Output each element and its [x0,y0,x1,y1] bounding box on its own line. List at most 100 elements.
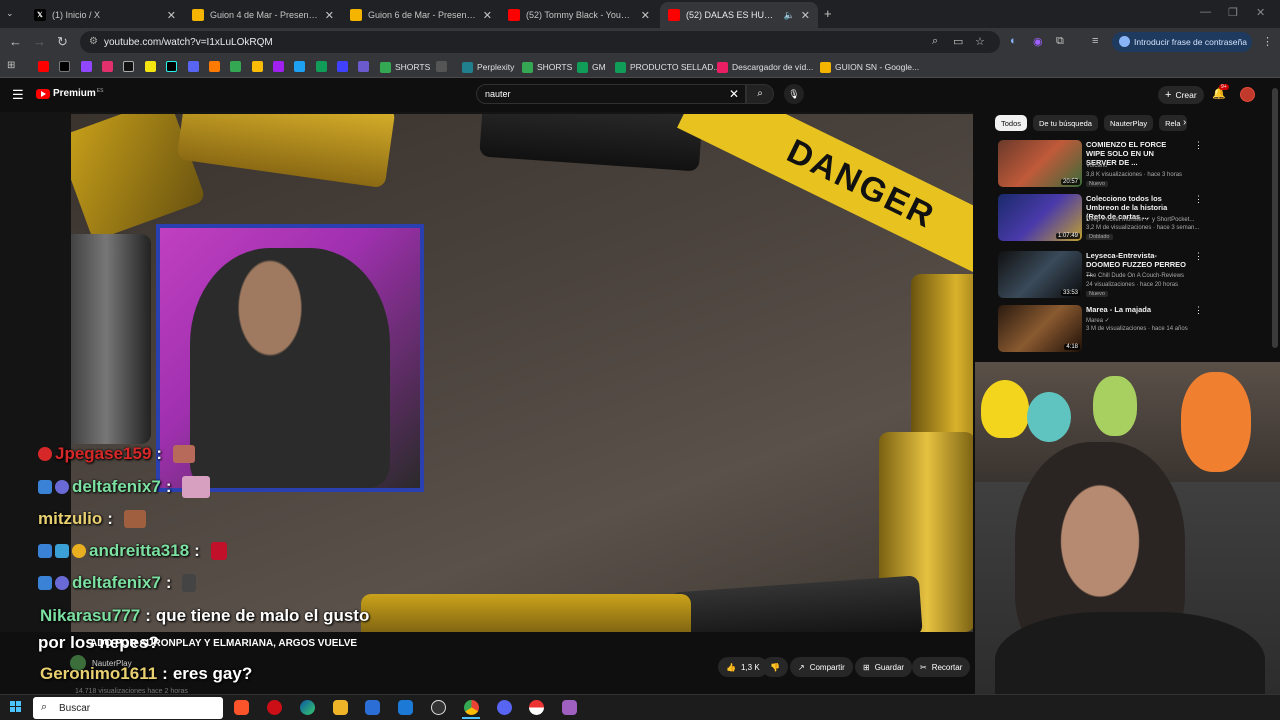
page-scrollbar[interactable] [1272,88,1278,348]
close-window-icon[interactable]: ✕ [1256,6,1265,19]
extensions-puzzle-icon[interactable]: ⧉ [1056,35,1064,48]
recommendation-channel[interactable]: The Chill Dude On A Couch-Reviews [1086,273,1184,279]
bookmark-guion-sn[interactable]: GUION SN - Google... [820,60,919,74]
apps-grid-icon[interactable]: ⊞ [7,60,15,71]
recommendation-channel[interactable]: Volcano [1086,163,1107,169]
bookmark-icon[interactable] [436,61,447,72]
hamburger-menu-icon[interactable]: ☰ [12,87,24,103]
pokeball-app-icon[interactable] [529,700,544,715]
more-options-icon[interactable]: ⋮ [1194,140,1203,151]
youtube-premium-logo[interactable]: Premium ES [36,88,103,99]
discord-icon[interactable] [497,700,512,715]
bookmark-icon[interactable] [188,61,199,72]
file-explorer-icon[interactable] [333,700,348,715]
taskbar-search-input[interactable]: ⌕ Buscar [33,697,223,719]
zoom-icon[interactable]: ⌕ [932,35,938,48]
tab-search-icon[interactable]: ⌄ [6,8,14,19]
windows-start-icon[interactable] [10,701,22,713]
app-icon[interactable] [562,700,577,715]
bookmark-icon[interactable] [145,61,156,72]
clear-search-icon[interactable]: ✕ [729,87,739,101]
more-options-icon[interactable]: ⋮ [1194,305,1203,316]
extension-icon[interactable]: ◉ [1033,35,1043,48]
bookmark-icon[interactable] [209,61,220,72]
save-button[interactable]: ⊞ Guardar [855,657,913,677]
brave-browser-icon[interactable] [234,700,249,715]
video-thumbnail[interactable]: 4:18 [998,305,1082,352]
bookmark-icon[interactable] [273,61,284,72]
mail-icon[interactable] [398,700,413,715]
bookmark-perplexity[interactable]: Perplexity [462,60,514,74]
clip-button[interactable]: ✂ Recortar [912,657,971,677]
extension-icon[interactable]: ◐ [1010,35,1017,47]
reload-icon[interactable]: ↻ [57,34,68,50]
close-icon[interactable]: ✕ [641,9,650,22]
new-tab-button[interactable]: + [824,6,832,21]
chip-channel[interactable]: NauterPlay [1103,115,1154,131]
video-thumbnail[interactable]: 20:57 [998,140,1082,187]
close-icon[interactable]: ✕ [483,9,492,22]
account-avatar[interactable] [1240,87,1255,102]
bookmark-producto-sellado[interactable]: PRODUCTO SELLAD... [615,60,721,74]
bookmark-shorts-1[interactable]: SHORTS [380,60,430,74]
bookmark-icon[interactable] [358,61,369,72]
bookmark-gm[interactable]: GM [577,60,606,74]
bookmark-icon[interactable] [230,61,241,72]
twitch-icon[interactable] [81,61,92,72]
microsoft-store-icon[interactable] [365,700,380,715]
edge-browser-icon[interactable] [300,700,315,715]
bookmark-icon[interactable] [252,61,263,72]
notifications-button[interactable]: 🔔 9+ [1212,84,1229,100]
recommendation-title[interactable]: Marea - La majada [1086,305,1186,314]
reading-list-icon[interactable]: ≡ [1092,35,1098,47]
youtube-icon[interactable] [38,61,49,72]
recommendation-item[interactable]: 33:53 Leyseca-Entrevista-DOOMEO FUZZEO P… [998,251,1268,303]
recommendation-item[interactable]: 1:07:49 Colecciono todos los Umbreon de … [998,194,1268,246]
password-prompt-chip[interactable]: Introducir frase de contraseña [1112,32,1252,52]
cast-icon[interactable]: ▭ [953,35,963,48]
bookmark-icon[interactable] [123,61,134,72]
forward-icon[interactable]: → [33,34,46,49]
dislike-button[interactable]: 👎 [762,657,788,677]
recommendation-item[interactable]: 20:57 COMIENZO EL FORCE WIPE SOLO EN UN … [998,140,1268,192]
chip-from-search[interactable]: De tu búsqueda [1033,115,1098,131]
chevron-right-icon[interactable]: › [1183,117,1186,128]
recommendation-channel[interactable]: Deep Pocket Monster ✓ y ShortPocket... [1086,216,1194,223]
chrome-browser-icon[interactable] [464,700,479,715]
more-menu-icon[interactable]: ⋮ [1262,35,1273,48]
recommendation-channel[interactable]: Marea ✓ [1086,317,1110,324]
opera-browser-icon[interactable] [267,700,282,715]
back-icon[interactable]: ← [9,34,22,49]
x-logo-icon[interactable] [59,61,70,72]
like-button[interactable]: 👍 1,3 K [718,657,768,677]
bookmark-icon[interactable] [337,61,348,72]
tab-x-home[interactable]: 𝕏 (1) Inicio / X ✕ [26,2,184,28]
bookmark-star-icon[interactable]: ☆ [975,35,985,48]
bookmark-shorts-2[interactable]: SHORTS [522,60,572,74]
bookmark-icon[interactable] [316,61,327,72]
tab-dalas[interactable]: (52) DALAS ES HUMILLADO 🔈 ✕ [660,2,818,28]
voice-search-button[interactable]: 🎙 [784,84,804,104]
video-thumbnail[interactable]: 33:53 [998,251,1082,298]
restore-icon[interactable]: ❐ [1228,6,1238,19]
search-button[interactable]: ⌕ [746,84,774,104]
create-button[interactable]: + Crear [1158,86,1204,104]
minimize-icon[interactable]: — [1200,6,1211,18]
speaker-icon[interactable]: 🔈 [784,10,795,21]
tiktok-icon[interactable] [166,61,177,72]
obs-icon[interactable] [431,700,446,715]
chip-all[interactable]: Todos [995,115,1028,131]
more-options-icon[interactable]: ⋮ [1194,251,1203,262]
search-input[interactable]: nauter ✕ [476,84,746,104]
video-thumbnail[interactable]: 1:07:49 [998,194,1082,241]
more-options-icon[interactable]: ⋮ [1194,194,1203,205]
instagram-icon[interactable] [102,61,113,72]
tab-guion-6[interactable]: Guion 6 de Mar - Presentaciones ✕ [342,2,500,28]
site-info-icon[interactable]: ⚙ [89,36,98,47]
close-icon[interactable]: ✕ [325,9,334,22]
url-bar[interactable]: ⚙ youtube.com/watch?v=I1xLuLOkRQM [80,31,1000,53]
bookmark-icon[interactable] [294,61,305,72]
close-icon[interactable]: ✕ [167,9,176,22]
share-button[interactable]: ↗ Compartir [790,657,853,677]
close-icon[interactable]: ✕ [801,9,810,22]
